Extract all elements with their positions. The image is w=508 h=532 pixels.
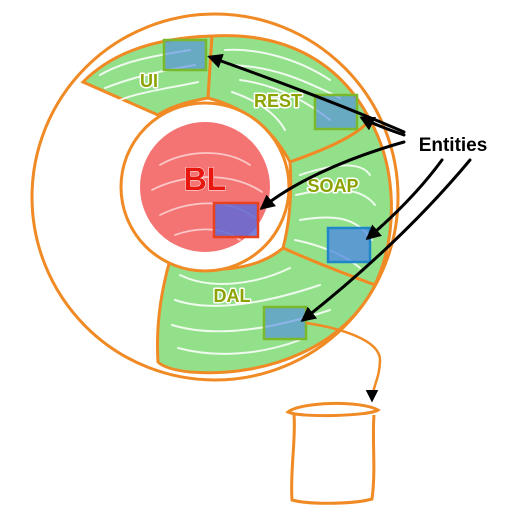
rest-label: REST <box>254 91 302 111</box>
soap-label: SOAP <box>307 176 358 196</box>
database-jar <box>285 402 381 505</box>
entity-box-bl <box>212 201 260 239</box>
entity-box-soap <box>326 226 372 264</box>
ui-label: UI <box>140 71 158 91</box>
entity-box-rest <box>313 93 359 131</box>
entities-callout-label: Entities <box>419 135 488 156</box>
core-label: BL <box>184 161 227 197</box>
entity-box-ui <box>162 38 208 72</box>
entity-box-dal <box>262 305 308 341</box>
architecture-diagram: BL UI REST SOAP DAL Entities <box>30 12 488 505</box>
dal-label: DAL <box>214 286 251 306</box>
